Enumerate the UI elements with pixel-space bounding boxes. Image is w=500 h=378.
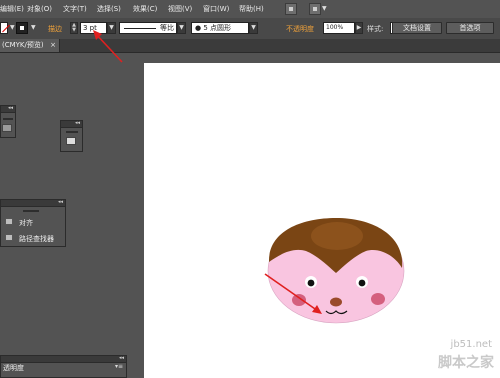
watermark-site: jb51.net [450, 339, 492, 350]
arrow-line [94, 32, 123, 63]
annotation-arrows [93, 30, 322, 314]
arrow-head-icon [312, 305, 322, 314]
watermark-brand: 脚本之家 [438, 355, 494, 371]
arrow-line [264, 273, 319, 312]
